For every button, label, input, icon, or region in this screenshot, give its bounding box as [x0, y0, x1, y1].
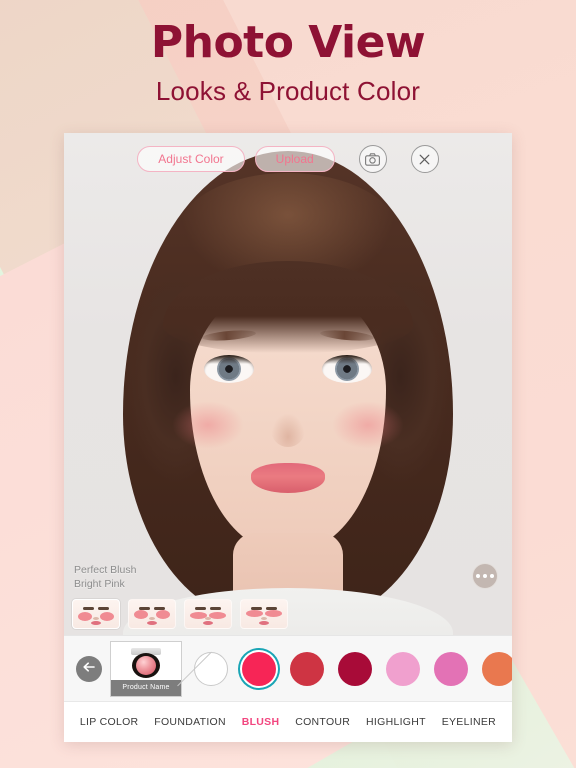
blush-style-thumb-3[interactable]	[184, 599, 232, 629]
lash-right	[322, 355, 372, 364]
swatch-none[interactable]	[194, 651, 228, 686]
product-name-label: Product Name	[111, 679, 181, 696]
blush-style-thumb-2[interactable]	[128, 599, 176, 629]
page-subtitle: Looks & Product Color	[155, 76, 421, 107]
camera-button[interactable]	[358, 145, 387, 173]
page-root: Photo View Looks & Product Color Adjust …	[0, 0, 576, 768]
swatch-bright-pink[interactable]	[242, 651, 276, 686]
thumb-brow-left-icon	[83, 607, 94, 610]
photo-viewport[interactable]: Adjust Color Upload Perfect Blush Bright…	[64, 133, 512, 635]
tab-eyeliner[interactable]: EYELINER	[442, 716, 496, 728]
app-screenshot-card: Adjust Color Upload Perfect Blush Bright…	[64, 133, 512, 742]
tab-blush[interactable]: BLUSH	[242, 716, 280, 728]
page-title: Photo View	[150, 17, 426, 68]
more-dot-icon	[476, 574, 480, 578]
thumb-lip-icon	[147, 621, 157, 625]
blush-style-thumb-4[interactable]	[240, 599, 288, 629]
category-tab-bar: LIP COLOR FOUNDATION BLUSH CONTOUR HIGHL…	[64, 701, 512, 742]
thumb-nose-icon	[261, 617, 267, 620]
thumb-brow-right-icon	[210, 607, 221, 610]
thumb-nose-icon	[205, 617, 211, 620]
thumb-nose-icon	[93, 617, 99, 620]
thumb-blush-right-icon	[265, 610, 282, 617]
tab-highlight[interactable]: HIGHLIGHT	[366, 716, 426, 728]
look-shade-line: Bright Pink	[74, 577, 125, 590]
nose	[271, 413, 305, 447]
close-button[interactable]	[410, 145, 439, 173]
lips	[251, 463, 325, 493]
compact-product-icon	[127, 647, 165, 678]
thumb-blush-right-icon	[209, 612, 226, 619]
more-options-button[interactable]	[472, 563, 498, 589]
thumb-blush-left-icon	[134, 610, 148, 619]
blush-style-thumbnails	[72, 599, 288, 629]
eye-right	[322, 355, 372, 383]
color-palette-row: Product Name	[64, 635, 512, 701]
thumb-blush-right-icon	[156, 610, 170, 619]
tab-contour[interactable]: CONTOUR	[295, 716, 350, 728]
camera-icon	[365, 152, 381, 166]
swatch-coral[interactable]	[482, 651, 512, 686]
swatch-list	[194, 651, 512, 686]
thumb-blush-left-icon	[78, 612, 92, 621]
close-icon	[418, 153, 431, 166]
cheek-blush-left	[172, 401, 244, 449]
thumb-brow-right-icon	[98, 607, 109, 610]
more-dot-icon	[483, 574, 487, 578]
thumb-blush-left-icon	[246, 610, 263, 617]
tab-lip-color[interactable]: LIP COLOR	[80, 716, 139, 728]
eye-left	[204, 355, 254, 383]
thumb-lip-icon	[203, 621, 213, 625]
thumb-nose-icon	[149, 617, 155, 620]
headline: Photo View Looks & Product Color	[0, 17, 576, 107]
look-product-line: Perfect Blush	[74, 563, 137, 576]
look-caption: Perfect Blush Bright Pink	[74, 563, 136, 591]
compact-powder	[136, 655, 156, 675]
photo-toolbar: Adjust Color Upload	[64, 145, 512, 173]
more-dot-icon	[490, 574, 494, 578]
swatch-light-pink[interactable]	[386, 651, 420, 686]
lash-left	[204, 355, 254, 364]
back-arrow-icon	[82, 660, 96, 678]
cheek-blush-right	[332, 401, 404, 449]
swatch-rose-pink[interactable]	[434, 651, 468, 686]
portrait-photo	[64, 133, 512, 635]
thumb-brow-left-icon	[195, 607, 206, 610]
thumb-lip-icon	[91, 621, 101, 625]
back-button[interactable]	[76, 655, 102, 682]
thumb-lip-icon	[259, 621, 269, 625]
swatch-crimson[interactable]	[338, 651, 372, 686]
tab-foundation[interactable]: FOUNDATION	[154, 716, 226, 728]
adjust-color-button[interactable]: Adjust Color	[137, 146, 245, 172]
product-thumbnail-card[interactable]: Product Name	[110, 640, 182, 697]
blush-style-thumb-1[interactable]	[72, 599, 120, 629]
thumb-blush-right-icon	[100, 612, 114, 621]
upload-button[interactable]: Upload	[254, 146, 335, 172]
swatch-red[interactable]	[290, 651, 324, 686]
